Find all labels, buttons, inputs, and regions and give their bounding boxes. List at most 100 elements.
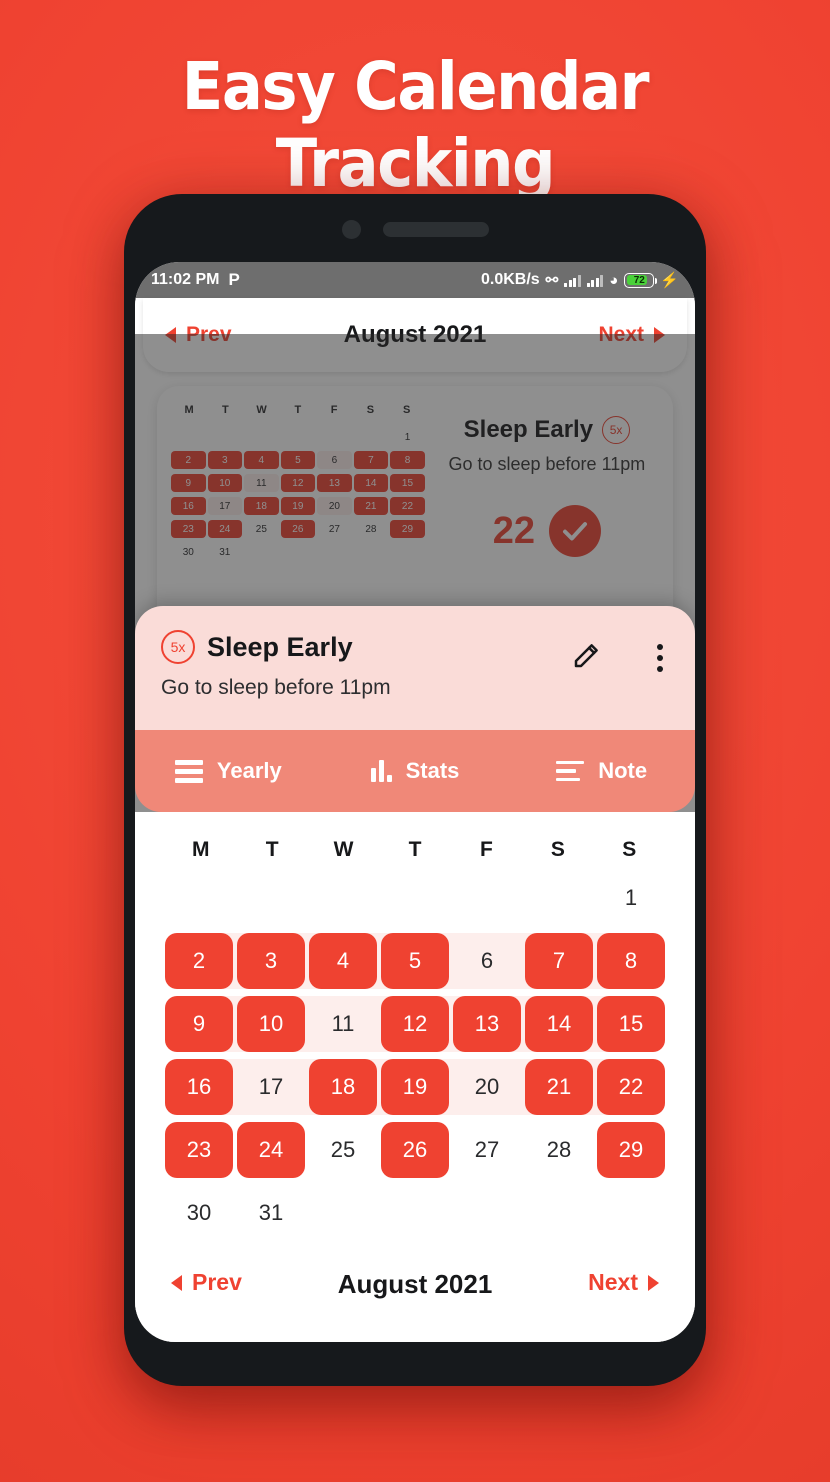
calendar-day-cell[interactable]: 10 xyxy=(237,996,305,1052)
calendar-dow-cell-3: T xyxy=(408,838,422,861)
background-day-cell xyxy=(390,543,425,561)
calendar-week-row: 30 31 xyxy=(165,1185,665,1241)
calendar-day-cell[interactable]: 1 xyxy=(597,870,665,926)
calendar-empty-cell xyxy=(381,870,449,926)
background-day-cell: 18 xyxy=(244,497,279,515)
calendar-empty-cell xyxy=(525,870,593,926)
calendar-day-cell[interactable]: 12 xyxy=(381,996,449,1052)
background-day-cell: 19 xyxy=(280,497,316,515)
calendar-day-cell[interactable]: 7 xyxy=(525,933,593,989)
background-day-cell: 1 xyxy=(404,431,411,443)
calendar-day-cell[interactable]: 31 xyxy=(237,1185,305,1241)
tab-yearly[interactable]: Yearly xyxy=(135,758,322,784)
background-day-cell xyxy=(171,428,206,446)
calendar-day-cell[interactable]: 19 xyxy=(381,1059,449,1115)
calendar-day-cell[interactable]: 13 xyxy=(453,996,521,1052)
calendar-day-cell[interactable]: 27 xyxy=(453,1122,521,1178)
next-month-button[interactable]: Next xyxy=(588,1269,659,1296)
background-day-cell xyxy=(281,543,316,561)
network-speed-label: 0.0KB/s xyxy=(480,271,540,288)
calendar-day-cell[interactable]: 6 xyxy=(453,933,521,989)
phone-screen: 11:02 PM P 0.0KB/s ⚯ ◕ 72 ⚡ Prev August … xyxy=(135,262,695,1342)
background-week-row: 30 31 xyxy=(171,543,425,561)
calendar-day-cell[interactable]: 24 xyxy=(237,1122,305,1178)
calendar-week-row: 16 17 18 19 20 21 22 xyxy=(165,1059,665,1115)
calendar-day-cell[interactable]: 3 xyxy=(237,933,305,989)
calendar-empty-cell xyxy=(165,870,233,926)
calendar-empty-cell xyxy=(381,1185,449,1241)
background-day-cell: 28 xyxy=(365,523,377,535)
calendar-week-row: 9 10 11 12 13 14 15 xyxy=(165,996,665,1052)
background-day-cell: 21 xyxy=(353,497,389,515)
background-prev-button[interactable]: Prev xyxy=(165,323,232,347)
calendar-day-cell[interactable]: 4 xyxy=(309,933,377,989)
calendar-day-cell[interactable]: 5 xyxy=(381,933,449,989)
background-next-button[interactable]: Next xyxy=(598,323,665,347)
background-day-cell xyxy=(244,428,279,446)
triangle-left-icon xyxy=(171,1274,182,1291)
background-day-cell: 20 xyxy=(317,497,352,515)
calendar-day-cell[interactable]: 17 xyxy=(237,1059,305,1115)
background-day-cell: 17 xyxy=(207,497,243,515)
calendar-day-cell[interactable]: 23 xyxy=(165,1122,233,1178)
more-vertical-icon[interactable] xyxy=(647,640,673,676)
calendar-week-list: 1 2 3 4 5 6 7 8 9 10 11 12 13 14 15 16 17 18 19 20 21 22 23 24 2… xyxy=(165,870,665,1241)
calendar-day-cell[interactable]: 22 xyxy=(597,1059,665,1115)
background-next-label: Next xyxy=(598,323,644,346)
calendar-day-cell[interactable]: 2 xyxy=(165,933,233,989)
calendar-day-cell[interactable]: 29 xyxy=(597,1122,665,1178)
calendar-day-cell[interactable]: 26 xyxy=(381,1122,449,1178)
calendar-day-cell[interactable]: 21 xyxy=(525,1059,593,1115)
battery-icon: 72 xyxy=(624,272,658,288)
phone-bezel-top xyxy=(124,194,706,264)
calendar-day-cell[interactable]: 8 xyxy=(597,933,665,989)
bluetooth-icon: ⚯ xyxy=(545,272,559,289)
background-day-cell: 9 xyxy=(171,474,206,492)
calendar-day-cell[interactable]: 28 xyxy=(525,1122,593,1178)
status-bar: 11:02 PM P 0.0KB/s ⚯ ◕ 72 ⚡ xyxy=(135,262,695,298)
prev-month-label: Prev xyxy=(192,1269,242,1295)
background-day-cell: 24 xyxy=(207,520,243,538)
background-prev-label: Prev xyxy=(186,323,232,346)
calendar-day-cell[interactable]: 16 xyxy=(165,1059,233,1115)
sheet-header: 5x Sleep Early Go to sleep before 11pm xyxy=(135,606,695,730)
calendar-day-cell[interactable]: 15 xyxy=(597,996,665,1052)
page-title: Easy Calendar Tracking xyxy=(181,48,650,202)
background-habit-title-row: Sleep Early 5x xyxy=(464,416,631,444)
status-bar-left: 11:02 PM P xyxy=(151,270,240,290)
calendar-empty-cell xyxy=(453,870,521,926)
background-day-cell: 13 xyxy=(317,474,352,492)
background-dow-cell-1: T xyxy=(222,404,229,416)
background-habit-subtitle: Go to sleep before 11pm xyxy=(448,454,646,474)
calendar-day-cell[interactable]: 18 xyxy=(309,1059,377,1115)
calendar-day-cell[interactable]: 11 xyxy=(309,996,377,1052)
check-circle-icon[interactable] xyxy=(549,505,602,557)
background-dow-cell-4: F xyxy=(330,404,338,416)
tab-yearly-label: Yearly xyxy=(216,758,282,783)
sheet-action-bar xyxy=(571,640,673,676)
stacked-lines-icon xyxy=(174,759,203,783)
pencil-icon[interactable] xyxy=(571,641,601,676)
background-day-cell: 2 xyxy=(171,451,206,469)
background-habit-count-row: 22 xyxy=(493,505,602,557)
calendar-empty-cell xyxy=(237,870,305,926)
background-day-cell: 22 xyxy=(390,497,425,515)
tab-note-label: Note xyxy=(598,758,648,783)
signal-bars-icon xyxy=(564,274,581,287)
tab-note[interactable]: Note xyxy=(508,758,695,784)
wifi-icon: ◕ xyxy=(609,271,619,289)
calendar-day-cell[interactable]: 25 xyxy=(309,1122,377,1178)
calendar-day-cell[interactable]: 30 xyxy=(165,1185,233,1241)
background-day-cell xyxy=(354,428,389,446)
background-day-cell xyxy=(281,428,316,446)
background-frequency-badge: 5x xyxy=(602,416,631,444)
tab-stats[interactable]: Stats xyxy=(322,758,509,784)
background-month-nav: Prev August 2021 Next xyxy=(143,298,687,372)
calendar-day-cell[interactable]: 14 xyxy=(525,996,593,1052)
calendar-day-cell[interactable]: 20 xyxy=(453,1059,521,1115)
triangle-right-icon xyxy=(648,1274,659,1291)
background-day-cell: 29 xyxy=(390,520,425,538)
background-dow-cell-5: S xyxy=(366,404,375,416)
prev-month-button[interactable]: Prev xyxy=(171,1269,242,1296)
calendar-day-cell[interactable]: 9 xyxy=(165,996,233,1052)
